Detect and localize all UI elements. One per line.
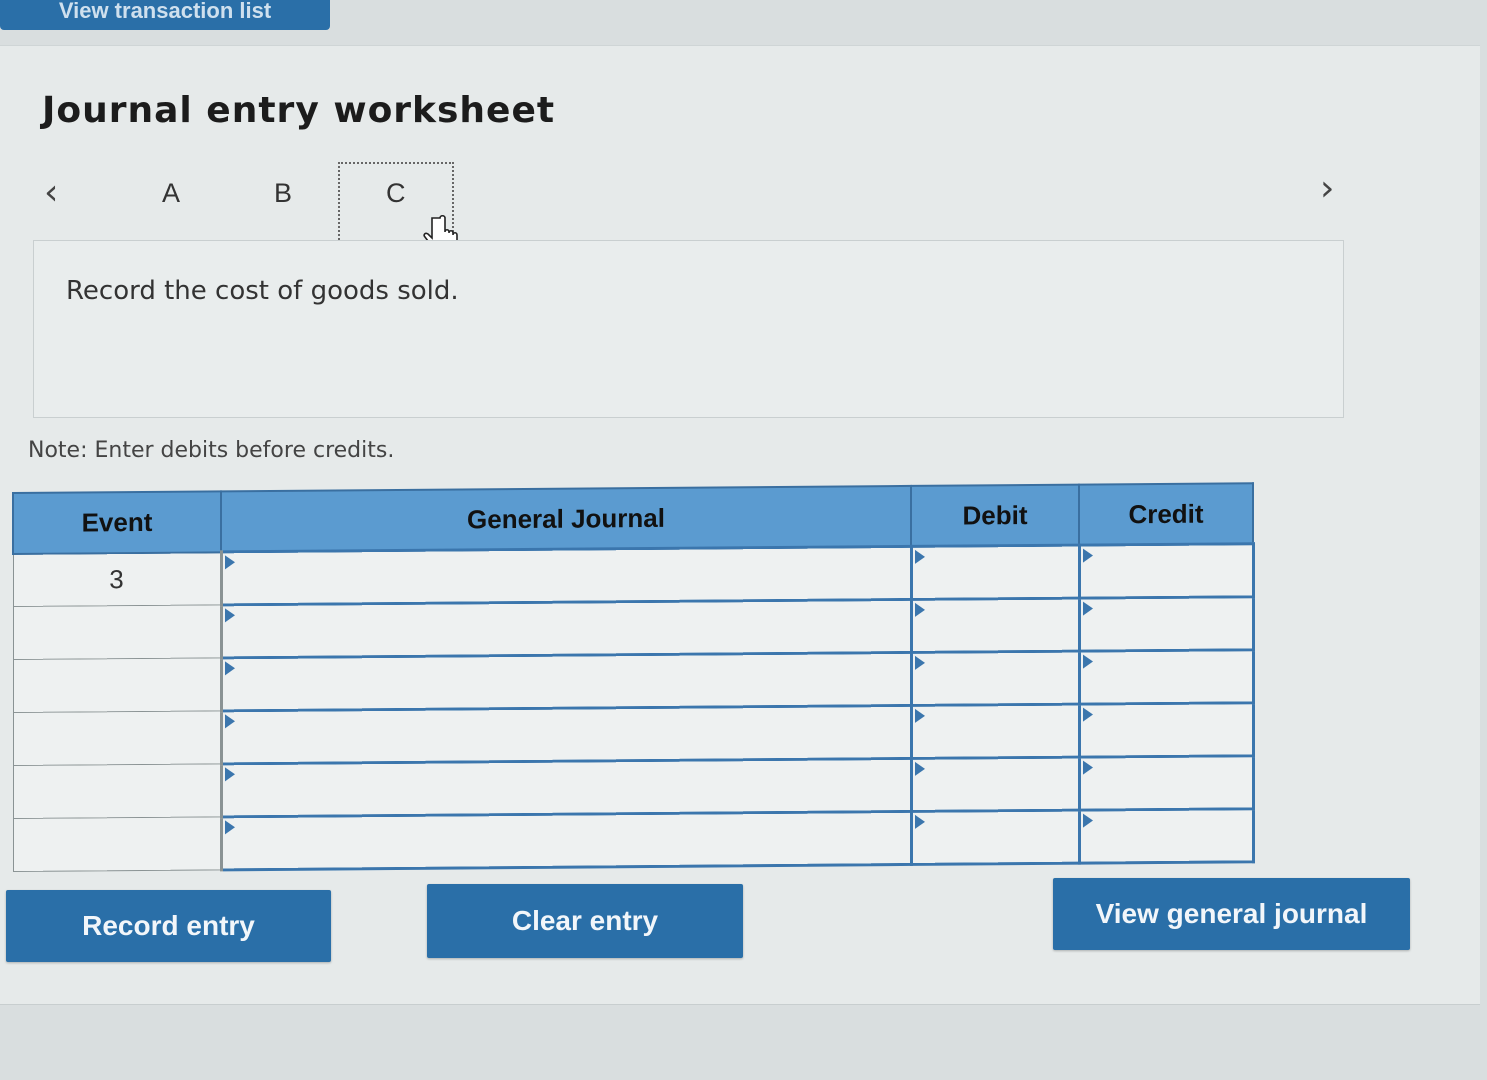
cell-marker-icon	[1082, 707, 1093, 722]
table-row	[13, 596, 1253, 660]
account-input[interactable]	[221, 599, 911, 658]
clear-entry-button[interactable]: Clear entry	[427, 884, 743, 958]
cell-marker-icon	[914, 708, 925, 723]
column-header-credit: Credit	[1079, 483, 1253, 546]
entry-note: Note: Enter debits before credits.	[28, 438, 395, 463]
debit-input[interactable]	[911, 704, 1079, 759]
table-row	[13, 755, 1253, 819]
cell-marker-icon	[1082, 760, 1093, 775]
journal-entry-table: Event General Journal Debit Credit 3	[12, 482, 1253, 872]
cell-marker-icon	[1082, 813, 1093, 828]
column-header-event: Event	[13, 491, 221, 554]
table-row	[13, 808, 1253, 872]
cell-marker-icon	[224, 714, 235, 729]
cell-marker-icon	[1082, 654, 1093, 669]
instruction-text: Record the cost of goods sold.	[66, 276, 459, 306]
account-input[interactable]	[221, 811, 911, 870]
table-row	[13, 702, 1253, 766]
event-cell	[13, 710, 221, 766]
debit-input[interactable]	[911, 651, 1079, 706]
table-row	[13, 649, 1253, 713]
cell-marker-icon	[224, 767, 235, 782]
journal-rows: 3	[13, 543, 1253, 872]
cell-marker-icon	[1082, 548, 1093, 563]
tab-a[interactable]: A	[162, 178, 180, 209]
cell-marker-icon	[224, 661, 235, 676]
debit-input[interactable]	[911, 810, 1079, 865]
page-title: Journal entry worksheet	[42, 90, 556, 131]
credit-input[interactable]	[1079, 755, 1253, 811]
event-cell	[13, 763, 221, 819]
column-header-general-journal: General Journal	[221, 485, 911, 552]
credit-input[interactable]	[1079, 596, 1253, 652]
debit-input[interactable]	[911, 545, 1079, 600]
credit-input[interactable]	[1079, 649, 1253, 705]
cell-marker-icon	[914, 814, 925, 829]
event-cell	[13, 816, 221, 872]
cell-marker-icon	[224, 608, 235, 623]
credit-input[interactable]	[1079, 702, 1253, 758]
event-cell: 3	[13, 551, 221, 607]
account-input[interactable]	[221, 705, 911, 764]
debit-input[interactable]	[911, 598, 1079, 653]
cell-marker-icon	[914, 761, 925, 776]
cell-marker-icon	[914, 602, 925, 617]
event-cell-value: 3	[109, 563, 124, 594]
cell-marker-icon	[1082, 601, 1093, 616]
next-arrow-icon[interactable]: ›	[1320, 168, 1334, 209]
cell-marker-icon	[914, 549, 925, 564]
credit-input[interactable]	[1079, 808, 1253, 864]
tab-c[interactable]: C	[386, 178, 406, 209]
event-cell	[13, 657, 221, 713]
column-header-debit: Debit	[911, 484, 1079, 547]
cell-marker-icon	[224, 820, 235, 835]
event-cell	[13, 604, 221, 660]
account-input[interactable]	[221, 546, 911, 605]
table-row: 3	[13, 543, 1253, 607]
cell-marker-icon	[914, 655, 925, 670]
credit-input[interactable]	[1079, 543, 1253, 599]
view-general-journal-button[interactable]: View general journal	[1053, 878, 1410, 950]
instruction-box	[33, 240, 1344, 418]
debit-input[interactable]	[911, 757, 1079, 812]
record-entry-button[interactable]: Record entry	[6, 890, 331, 962]
account-input[interactable]	[221, 758, 911, 817]
account-input[interactable]	[221, 652, 911, 711]
view-transaction-list-tab[interactable]: View transaction list	[0, 0, 330, 30]
tab-b[interactable]: B	[274, 178, 292, 209]
prev-arrow-icon[interactable]: ‹	[44, 172, 58, 213]
cell-marker-icon	[224, 555, 235, 570]
